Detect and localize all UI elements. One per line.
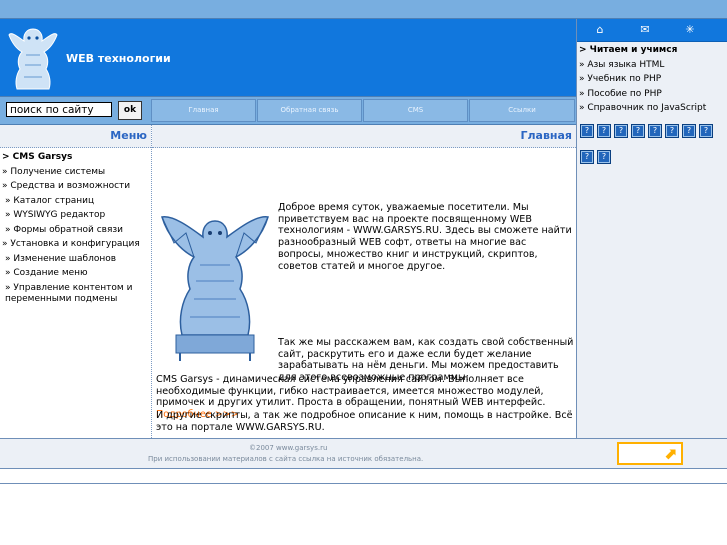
help-button[interactable]: ? bbox=[597, 124, 611, 138]
menu-item-templates[interactable]: » Изменение шаблонов bbox=[2, 252, 150, 267]
right-menu: > Читаем и учимся » Азы языка HTML » Уче… bbox=[579, 43, 726, 116]
top-strip bbox=[0, 0, 727, 19]
arrow-icon: ⬈ bbox=[663, 444, 677, 463]
left-menu: > CMS Garsys » Получение системы » Средс… bbox=[2, 150, 150, 305]
right-menu-heading[interactable]: > Читаем и учимся bbox=[579, 43, 726, 58]
help-button[interactable]: ? bbox=[648, 124, 662, 138]
gargoyle-logo-icon bbox=[8, 28, 58, 90]
main-content: Главная Доброе время суток, уважаемые по… bbox=[152, 125, 576, 438]
search-input[interactable] bbox=[6, 102, 112, 117]
right-sidebar: ⌂ ✉ ✳ > Читаем и учимся » Азы языка HTML… bbox=[576, 19, 727, 438]
right-button-grid: ?????????? bbox=[580, 118, 726, 170]
gargoyle-image bbox=[156, 203, 274, 363]
nav-item-feedback[interactable]: Обратная связь bbox=[257, 99, 362, 122]
site-header: WEB технологии bbox=[0, 19, 576, 96]
menu-title: Меню bbox=[110, 129, 147, 142]
sitemap-icon[interactable]: ✳ bbox=[683, 23, 697, 37]
cms-description: CMS Garsys - динамическая система управл… bbox=[156, 374, 546, 409]
menu-item-content-management[interactable]: » Управление контентом и переменными под… bbox=[2, 281, 145, 305]
right-menu-item-html[interactable]: » Азы языка HTML bbox=[579, 58, 726, 73]
search-button[interactable]: ok bbox=[118, 101, 142, 120]
search-bar: ok bbox=[0, 96, 151, 125]
right-menu-item-php-textbook[interactable]: » Учебник по PHP bbox=[579, 72, 726, 87]
menu-item-install[interactable]: » Установка и конфигурация bbox=[2, 237, 150, 252]
help-button[interactable]: ? bbox=[665, 124, 679, 138]
right-icon-bar: ⌂ ✉ ✳ bbox=[577, 19, 727, 42]
footer-copyright: ©2007 www.garsys.ru bbox=[249, 444, 328, 452]
help-button[interactable]: ? bbox=[580, 124, 594, 138]
counter-badge[interactable]: ⬈ bbox=[617, 442, 683, 465]
help-button[interactable]: ? bbox=[699, 124, 713, 138]
menu-item-get-system[interactable]: » Получение системы bbox=[2, 165, 150, 180]
menu-item-wysiwyg[interactable]: » WYSIWYG редактор bbox=[2, 208, 150, 223]
menu-item-features[interactable]: » Средства и возможности bbox=[2, 179, 150, 194]
intro-paragraph: Доброе время суток, уважаемые посетители… bbox=[278, 202, 572, 272]
help-button[interactable]: ? bbox=[580, 150, 594, 164]
mail-icon[interactable]: ✉ bbox=[638, 23, 652, 37]
home-icon[interactable]: ⌂ bbox=[593, 23, 607, 37]
help-button[interactable]: ? bbox=[682, 124, 696, 138]
nav-item-home[interactable]: Главная bbox=[151, 99, 256, 122]
menu-item-cms-garsys[interactable]: > CMS Garsys bbox=[2, 150, 150, 165]
page-title: Главная bbox=[520, 129, 572, 142]
menu-title-bar: Меню bbox=[0, 125, 151, 148]
menu-item-create-menu[interactable]: » Создание меню bbox=[2, 266, 150, 281]
right-menu-item-javascript[interactable]: » Справочник по JavaScript bbox=[579, 101, 726, 116]
menu-item-page-catalog[interactable]: » Каталог страниц bbox=[2, 194, 150, 209]
footer-notice: При использовании материалов с сайта ссы… bbox=[148, 455, 424, 463]
top-nav: Главная Обратная связь CMS Ссылки bbox=[151, 96, 576, 125]
right-menu-item-php-guide[interactable]: » Пособие по PHP bbox=[579, 87, 726, 102]
nav-item-links[interactable]: Ссылки bbox=[469, 99, 575, 122]
content-title-bar: Главная bbox=[152, 125, 576, 148]
site-title: WEB технологии bbox=[66, 52, 171, 65]
footer: ©2007 www.garsys.ru При использовании ма… bbox=[0, 438, 727, 469]
left-sidebar: Меню > CMS Garsys » Получение системы » … bbox=[0, 125, 151, 438]
help-button[interactable]: ? bbox=[597, 150, 611, 164]
nav-item-cms[interactable]: CMS bbox=[363, 99, 468, 122]
menu-item-feedback-forms[interactable]: » Формы обратной связи bbox=[2, 223, 150, 238]
help-button[interactable]: ? bbox=[614, 124, 628, 138]
scripts-paragraph: И другие скрипты, а так же подробное опи… bbox=[156, 410, 573, 433]
help-button[interactable]: ? bbox=[631, 124, 645, 138]
